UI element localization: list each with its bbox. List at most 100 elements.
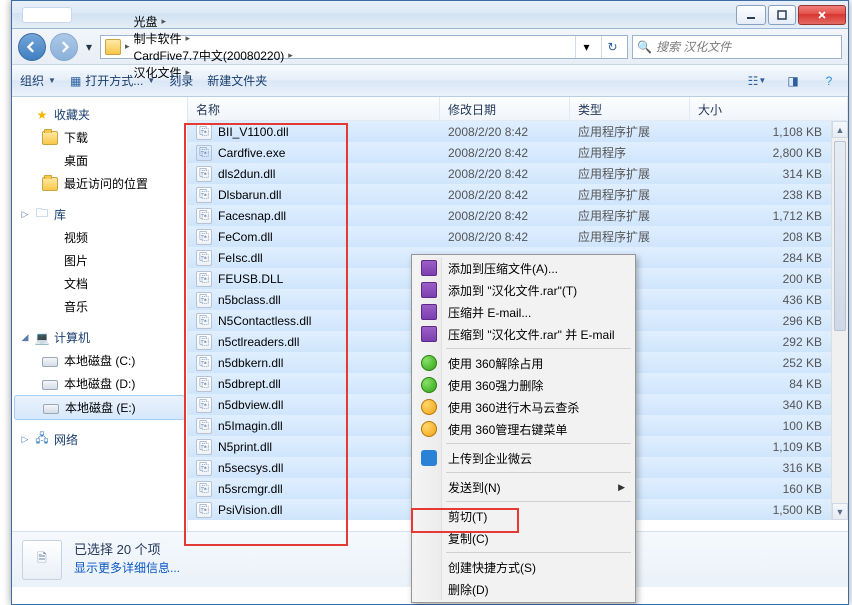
sidebar-item-label: 本地磁盘 (E:) (65, 399, 136, 416)
breadcrumb-segment[interactable]: 光盘 (134, 13, 158, 30)
address-bar[interactable]: ▸ 光盘▸制卡软件▸CardFive7.7中文(20080220)▸汉化文件▸ … (100, 35, 628, 59)
file-date: 2008/2/20 8:42 (440, 146, 570, 160)
file-size: 436 KB (690, 293, 848, 307)
context-menu-item[interactable]: 使用 360进行木马云查杀 (414, 396, 633, 418)
maximize-button[interactable] (768, 5, 796, 25)
breadcrumb-segment[interactable]: CardFive7.7中文(20080220) (134, 47, 285, 64)
sidebar-item-label: 视频 (64, 229, 88, 246)
sidebar-network[interactable]: ▷🖧网络 (14, 428, 185, 451)
scroll-thumb[interactable] (834, 141, 846, 331)
context-menu-item[interactable]: 使用 360强力删除 (414, 374, 633, 396)
refresh-button[interactable]: ↻ (601, 36, 623, 58)
open-with-menu[interactable]: ▦打开方式...▼ (70, 72, 155, 89)
file-size: 1,109 KB (690, 440, 848, 454)
file-type: 应用程序 (570, 144, 690, 161)
chevron-right-icon[interactable]: ▸ (288, 50, 293, 61)
chevron-right-icon[interactable]: ▸ (162, 16, 167, 27)
table-row[interactable]: ⎘FeCom.dll2008/2/20 8:42应用程序扩展208 KB (188, 226, 848, 247)
scroll-up-icon[interactable]: ▲ (832, 121, 848, 138)
view-options-button[interactable]: ☷ ▼ (746, 71, 768, 91)
file-size: 292 KB (690, 335, 848, 349)
column-name[interactable]: 名称 (188, 97, 440, 120)
burn-button[interactable]: 刻录 (169, 72, 193, 89)
sidebar-item-label: 本地磁盘 (C:) (64, 352, 135, 369)
column-size[interactable]: 大小 (690, 97, 848, 120)
file-type: 应用程序扩展 (570, 186, 690, 203)
file-date: 2008/2/20 8:42 (440, 125, 570, 139)
help-button[interactable]: ? (818, 71, 840, 91)
file-size: 252 KB (690, 356, 848, 370)
search-input[interactable]: 🔍 搜索 汉化文件 (632, 35, 842, 59)
sidebar-favorites[interactable]: ★收藏夹 (14, 103, 185, 126)
sidebar-item[interactable]: 桌面 (14, 149, 185, 172)
close-button[interactable] (798, 5, 846, 25)
context-menu: 添加到压缩文件(A)...添加到 "汉化文件.rar"(T)压缩并 E-mail… (411, 254, 636, 603)
context-menu-item[interactable]: 使用 360解除占用 (414, 352, 633, 374)
file-name: Facesnap.dll (218, 209, 286, 223)
details-more-link[interactable]: 显示更多详细信息... (74, 561, 180, 575)
file-name: Dlsbarun.dll (218, 188, 281, 202)
rar-icon (420, 281, 438, 299)
forward-button[interactable] (50, 33, 78, 61)
sidebar-item[interactable]: 最近访问的位置 (14, 172, 185, 195)
file-size: 1,108 KB (690, 125, 848, 139)
vertical-scrollbar[interactable]: ▲ ▼ (831, 121, 848, 520)
context-menu-label: 使用 360解除占用 (448, 355, 543, 372)
chevron-right-icon: ▸ (125, 41, 130, 52)
table-row[interactable]: ⎘Dlsbarun.dll2008/2/20 8:42应用程序扩展238 KB (188, 184, 848, 205)
sidebar-item[interactable]: 本地磁盘 (C:) (14, 349, 185, 372)
folder-icon (105, 39, 121, 55)
address-dropdown[interactable]: ▾ (575, 36, 597, 58)
file-date: 2008/2/20 8:42 (440, 230, 570, 244)
context-menu-label: 压缩到 "汉化文件.rar" 并 E-mail (448, 326, 615, 343)
context-menu-item[interactable]: 删除(D) (414, 578, 633, 600)
context-menu-item[interactable]: 发送到(N)▶ (414, 476, 633, 498)
new-folder-button[interactable]: 新建文件夹 (207, 72, 267, 89)
column-date[interactable]: 修改日期 (440, 97, 570, 120)
context-menu-item[interactable]: 压缩并 E-mail... (414, 301, 633, 323)
context-menu-item[interactable]: 添加到 "汉化文件.rar"(T) (414, 279, 633, 301)
sidebar-item[interactable]: 视频 (14, 226, 185, 249)
table-row[interactable]: ⎘BII_V1100.dll2008/2/20 8:42应用程序扩展1,108 … (188, 121, 848, 142)
file-name: N5Contactless.dll (218, 314, 311, 328)
file-name: n5Imagin.dll (218, 419, 283, 433)
sidebar-item[interactable]: 文档 (14, 272, 185, 295)
context-menu-item[interactable]: 剪切(T) (414, 505, 633, 527)
context-menu-item[interactable]: 创建快捷方式(S) (414, 556, 633, 578)
sidebar-item[interactable]: 本地磁盘 (E:) (14, 395, 185, 420)
table-row[interactable]: ⎘Facesnap.dll2008/2/20 8:42应用程序扩展1,712 K… (188, 205, 848, 226)
search-placeholder: 搜索 汉化文件 (656, 38, 731, 55)
context-menu-item[interactable]: 使用 360管理右键菜单 (414, 418, 633, 440)
sidebar-item-label: 桌面 (64, 152, 88, 169)
breadcrumb-segment[interactable]: 制卡软件 (134, 30, 182, 47)
submenu-arrow-icon: ▶ (618, 482, 625, 493)
context-menu-separator (446, 348, 631, 349)
navigation-pane: ★收藏夹 下载桌面最近访问的位置 ▷🗀库 视频图片文档音乐 ◢💻计算机 本地磁盘… (12, 97, 188, 531)
chevron-right-icon[interactable]: ▸ (186, 33, 191, 44)
lib-icon (42, 253, 58, 269)
sidebar-item[interactable]: 下载 (14, 126, 185, 149)
table-row[interactable]: ⎘Cardfive.exe2008/2/20 8:42应用程序2,800 KB (188, 142, 848, 163)
minimize-button[interactable] (736, 5, 766, 25)
dll-icon: ⎘ (196, 376, 212, 392)
file-type: 应用程序扩展 (570, 165, 690, 182)
sidebar-item[interactable]: 本地磁盘 (D:) (14, 372, 185, 395)
context-menu-item[interactable]: 压缩到 "汉化文件.rar" 并 E-mail (414, 323, 633, 345)
folder-icon (42, 131, 58, 145)
table-row[interactable]: ⎘dls2dun.dll2008/2/20 8:42应用程序扩展314 KB (188, 163, 848, 184)
sidebar-item[interactable]: 音乐 (14, 295, 185, 318)
g360-icon (420, 376, 438, 394)
sidebar-libraries[interactable]: ▷🗀库 (14, 203, 185, 226)
context-menu-item[interactable]: 上传到企业微云 (414, 447, 633, 469)
sidebar-item[interactable]: 图片 (14, 249, 185, 272)
history-dropdown[interactable]: ▾ (82, 40, 96, 54)
context-menu-item[interactable]: 添加到压缩文件(A)... (414, 257, 633, 279)
organize-menu[interactable]: 组织▼ (20, 72, 56, 89)
back-button[interactable] (18, 33, 46, 61)
column-type[interactable]: 类型 (570, 97, 690, 120)
preview-pane-button[interactable]: ◨ (782, 71, 804, 91)
dll-icon: ⎘ (196, 502, 212, 518)
context-menu-item[interactable]: 复制(C) (414, 527, 633, 549)
scroll-down-icon[interactable]: ▼ (832, 503, 848, 520)
sidebar-computer[interactable]: ◢💻计算机 (14, 326, 185, 349)
